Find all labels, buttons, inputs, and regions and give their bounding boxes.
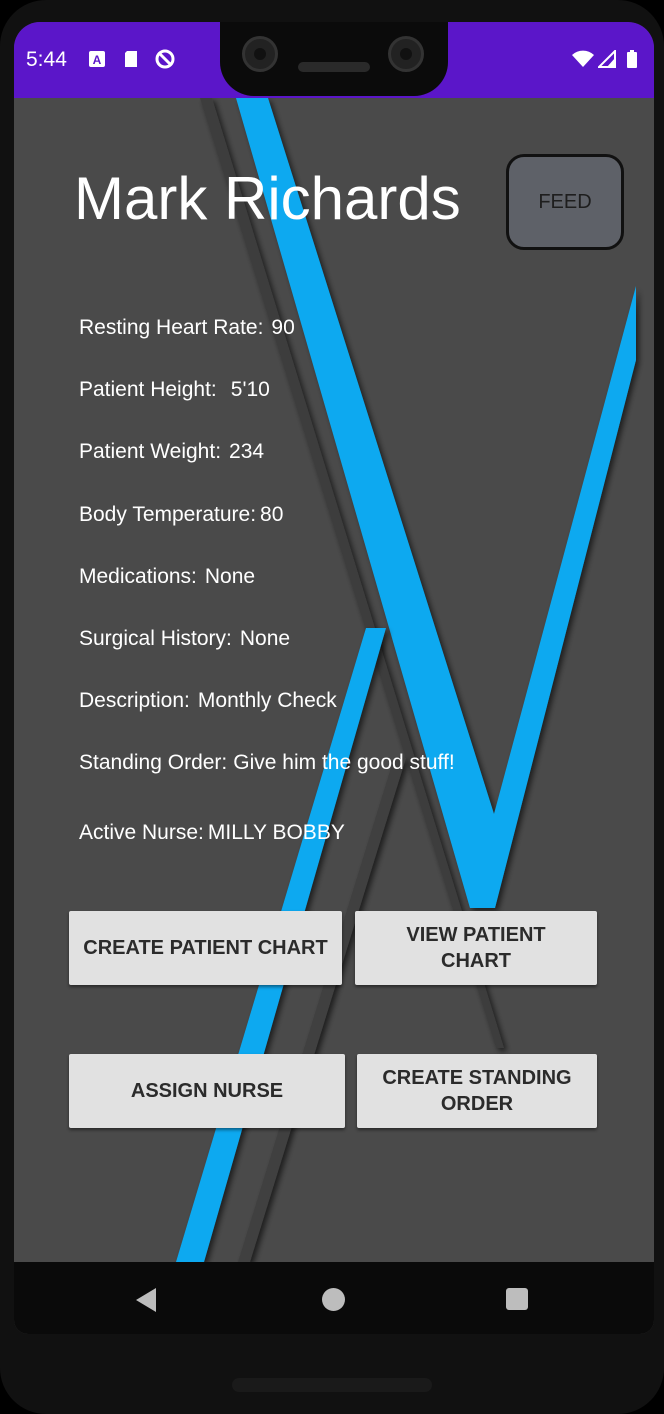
body-temperature-row: Body Temperature: 80 <box>79 503 283 527</box>
detail-value: 80 <box>260 503 284 526</box>
phone-frame: 5:44 A Mark Richards FEED Resting Heart … <box>0 0 664 1414</box>
bottom-speaker <box>232 1378 432 1392</box>
sync-icon <box>155 49 175 69</box>
camera-notch <box>220 22 448 96</box>
detail-value: None <box>204 565 256 588</box>
detail-label: Medications: <box>79 565 197 588</box>
view-patient-chart-button[interactable]: VIEW PATIENT CHART <box>355 911 597 985</box>
back-icon[interactable] <box>136 1288 156 1312</box>
standing-order-row: Standing Order: Give him the good stuff! <box>79 751 455 775</box>
detail-value: Give him the good stuff! <box>233 751 455 774</box>
detail-value: None <box>239 627 291 650</box>
earpiece <box>298 62 370 72</box>
detail-label: Description: <box>79 689 190 712</box>
detail-label: Patient Height: <box>79 378 217 401</box>
patient-name: Mark Richards <box>74 165 461 232</box>
detail-label: Surgical History: <box>79 627 232 650</box>
front-sensor <box>388 36 424 72</box>
detail-value: 90 <box>271 316 295 339</box>
feed-button[interactable]: FEED <box>506 154 624 250</box>
detail-value: 5'10 <box>230 378 270 401</box>
surgical-history-row: Surgical History: None <box>79 627 290 651</box>
detail-value: 234 <box>229 440 265 463</box>
detail-label: Resting Heart Rate: <box>79 316 264 339</box>
home-icon[interactable] <box>322 1288 345 1311</box>
text-icon: A <box>89 51 105 67</box>
wifi-icon <box>572 50 594 67</box>
detail-value: Monthly Check <box>197 689 337 712</box>
description-row: Description: Monthly Check <box>79 689 337 713</box>
sd-card-icon <box>125 51 137 67</box>
create-standing-order-button[interactable]: CREATE STANDING ORDER <box>357 1054 597 1128</box>
active-nurse-row: Active Nurse: MILLY BOBBY <box>79 821 345 845</box>
svg-text:A: A <box>93 53 102 67</box>
detail-value: MILLY BOBBY <box>207 821 345 844</box>
screen: 5:44 A Mark Richards FEED Resting Heart … <box>14 22 654 1334</box>
front-camera <box>242 36 278 72</box>
signal-icon <box>598 50 616 68</box>
detail-label: Body Temperature: <box>79 503 257 526</box>
resting-heart-rate-row: Resting Heart Rate: 90 <box>79 316 295 340</box>
create-patient-chart-button[interactable]: CREATE PATIENT CHART <box>69 911 342 985</box>
recents-icon[interactable] <box>506 1288 528 1310</box>
detail-label: Active Nurse: <box>79 821 204 844</box>
patient-weight-row: Patient Weight: 234 <box>79 440 264 464</box>
navigation-bar <box>14 1262 654 1334</box>
status-time: 5:44 <box>26 48 67 71</box>
patient-screen: Mark Richards FEED Resting Heart Rate: 90… <box>14 98 654 1262</box>
detail-label: Patient Weight: <box>79 440 222 463</box>
battery-icon <box>627 50 637 68</box>
medications-row: Medications: None <box>79 565 255 589</box>
detail-label: Standing Order: <box>79 751 228 774</box>
patient-height-row: Patient Height: 5'10 <box>79 378 270 402</box>
assign-nurse-button[interactable]: ASSIGN NURSE <box>69 1054 345 1128</box>
